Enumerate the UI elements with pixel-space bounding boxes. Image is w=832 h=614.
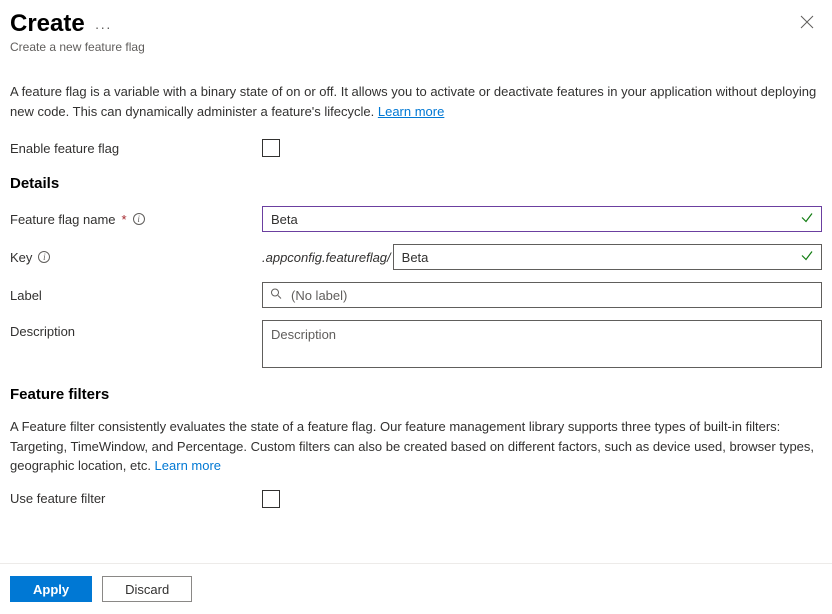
- details-heading: Details: [10, 175, 822, 192]
- discard-button[interactable]: Discard: [102, 576, 192, 602]
- filters-intro: A Feature filter consistently evaluates …: [10, 417, 822, 476]
- label-input[interactable]: [262, 282, 822, 308]
- checkmark-icon: [800, 249, 814, 266]
- checkmark-icon: [800, 211, 814, 228]
- panel-title: Create: [10, 10, 85, 38]
- intro-learn-more-link[interactable]: Learn more: [378, 104, 444, 119]
- description-textarea[interactable]: [262, 320, 822, 368]
- close-icon[interactable]: [792, 10, 822, 36]
- panel-subtitle: Create a new feature flag: [10, 40, 145, 54]
- apply-button[interactable]: Apply: [10, 576, 92, 602]
- filters-learn-more-link[interactable]: Learn more: [155, 458, 221, 473]
- enable-flag-checkbox[interactable]: [262, 139, 280, 157]
- key-prefix: .appconfig.featureflag/: [262, 250, 391, 265]
- info-icon[interactable]: i: [133, 213, 145, 225]
- use-filter-label: Use feature filter: [10, 491, 262, 506]
- search-icon: [270, 288, 282, 303]
- label-label: Label: [10, 288, 262, 303]
- enable-flag-label: Enable feature flag: [10, 141, 262, 156]
- key-input[interactable]: [393, 244, 822, 270]
- description-label: Description: [10, 320, 262, 339]
- info-icon[interactable]: i: [38, 251, 50, 263]
- name-label: Feature flag name: [10, 212, 116, 227]
- filters-heading: Feature filters: [10, 386, 822, 403]
- required-asterisk: *: [122, 212, 127, 227]
- intro-text: A feature flag is a variable with a bina…: [10, 82, 822, 121]
- use-filter-checkbox[interactable]: [262, 490, 280, 508]
- more-icon[interactable]: ···: [95, 13, 112, 35]
- key-label: Key: [10, 250, 32, 265]
- name-input[interactable]: [262, 206, 822, 232]
